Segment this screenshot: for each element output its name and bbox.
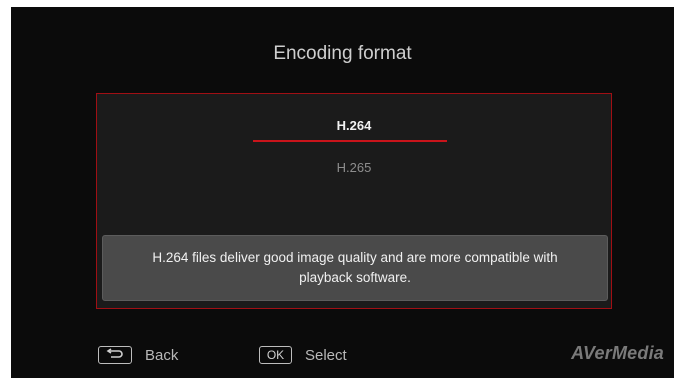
page-title: Encoding format	[273, 43, 412, 64]
return-arrow-icon	[105, 347, 125, 363]
selection-underline	[253, 140, 447, 142]
select-label: Select	[305, 347, 347, 364]
ok-key-label: OK	[266, 348, 285, 362]
footer-bar: Back OK Select AVerMedia	[11, 343, 674, 369]
brand-logo: AVerMedia	[571, 343, 664, 363]
back-key[interactable]	[98, 346, 132, 364]
ok-key[interactable]: OK	[259, 346, 292, 364]
back-label: Back	[145, 347, 179, 364]
encoding-format-panel: Encoding format H.264 H.265 H.264 files …	[11, 7, 674, 378]
info-text: H.264 files deliver good image quality a…	[152, 250, 558, 285]
option-h265[interactable]: H.265	[97, 160, 611, 175]
options-dialog: H.264 H.265 H.264 files deliver good ima…	[96, 93, 612, 309]
screen: Encoding format H.264 H.265 H.264 files …	[0, 0, 684, 385]
option-h264[interactable]: H.264	[97, 118, 611, 133]
info-box: H.264 files deliver good image quality a…	[102, 235, 608, 301]
